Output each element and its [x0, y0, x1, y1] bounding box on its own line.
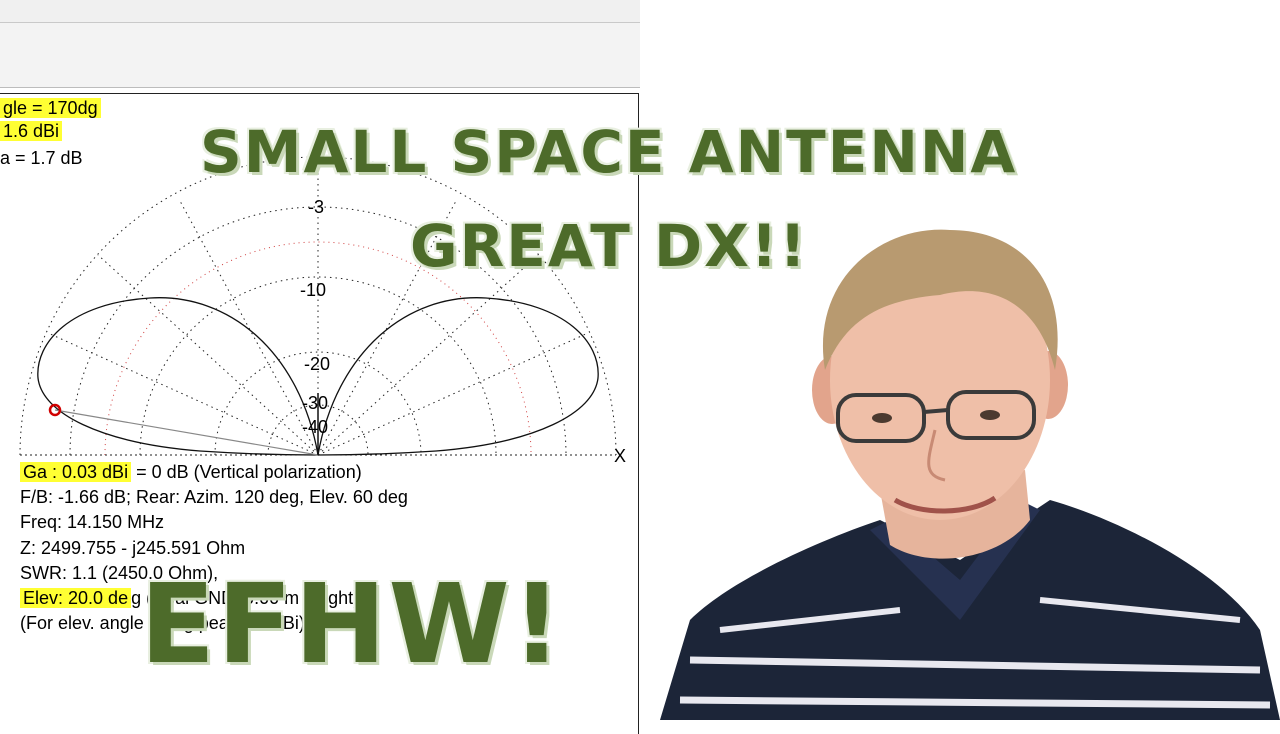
info-impedance: Z: 2499.755 - j245.591 Ohm — [20, 538, 246, 558]
grid-spoke — [179, 200, 319, 456]
ring-label-30: -30 — [302, 393, 328, 413]
grid-spoke — [317, 254, 539, 456]
ring-label-10: -10 — [300, 280, 326, 300]
window-toolbar — [0, 23, 640, 88]
grid-spoke — [317, 332, 589, 456]
pointer-line — [54, 409, 319, 456]
window-toolbar-top — [0, 0, 640, 23]
ring-label-20: -20 — [304, 354, 330, 374]
ring-label-3: -3 — [308, 197, 324, 217]
grid-spoke — [47, 332, 319, 456]
overlay-title-line3: EFHW! — [140, 560, 564, 688]
axis-label-x: X — [614, 446, 626, 466]
info-fb: F/B: -1.66 dB; Rear: Azim. 120 deg, Elev… — [20, 487, 408, 507]
ring-label-40: -40 — [302, 417, 328, 437]
overlay-title-line2: GREAT DX!! — [410, 212, 808, 280]
lobe-right — [317, 297, 599, 456]
grid-spoke — [97, 254, 319, 456]
info-ga: Ga : 0.03 dBi = 0 dB (Vertical polarizat… — [20, 461, 362, 483]
info-freq: Freq: 14.150 MHz — [20, 512, 165, 532]
overlay-title-line1: SMALL SPACE ANTENNA — [200, 118, 1018, 186]
